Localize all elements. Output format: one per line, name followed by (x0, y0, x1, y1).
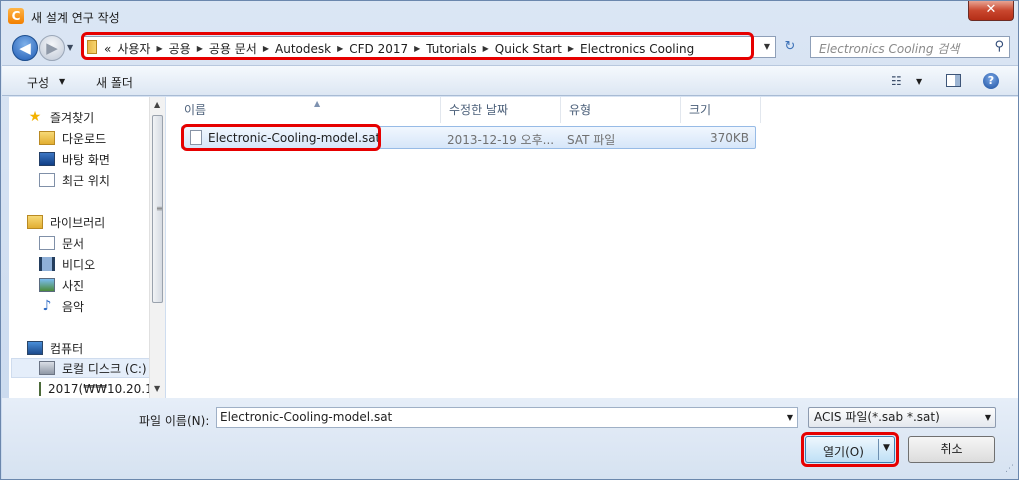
column-header-label: 이름 (184, 103, 207, 117)
view-options-icon[interactable]: ☷ (891, 74, 902, 88)
refresh-button[interactable]: ↻ (779, 37, 801, 57)
filename-value: Electronic-Cooling-model.sat (220, 410, 393, 424)
network-drive-icon (39, 382, 41, 396)
music-icon: ♪ (42, 298, 52, 314)
command-bar: 구성 ▼ 새 폴더 ☷ ▼ ? (2, 65, 1018, 96)
library-icon (27, 215, 43, 229)
forward-button[interactable]: ▶ (39, 35, 65, 61)
column-header-size[interactable]: 크기 (681, 97, 761, 123)
filetype-select[interactable]: ACIS 파일(*.sab *.sat) ▼ (808, 407, 996, 428)
computer-icon (27, 341, 43, 355)
close-button[interactable]: ✕ (968, 1, 1014, 21)
filename-label: 파일 이름(N): (139, 414, 210, 428)
file-highlight-box (181, 124, 381, 151)
nav-item-label: 다운로드 (62, 131, 107, 146)
scrollbar-thumb[interactable]: ≡ (152, 115, 163, 303)
scroll-down-icon[interactable]: ▼ (154, 384, 160, 393)
filetype-value: ACIS 파일(*.sab *.sat) (814, 410, 940, 424)
new-folder-button[interactable]: 새 폴더 (96, 74, 133, 91)
nav-item-label: 로컬 디스크 (C:) (62, 361, 147, 376)
file-type: SAT 파일 (567, 133, 616, 147)
downloads-folder-icon (39, 131, 55, 145)
nav-scrollbar[interactable]: ▲ ≡ ▼ (149, 97, 165, 398)
documents-icon (39, 236, 55, 250)
chevron-down-icon[interactable]: ▼ (787, 408, 793, 427)
nav-item-label: 문서 (62, 236, 85, 251)
organize-button[interactable]: 구성 (27, 74, 49, 91)
search-placeholder: Electronics Cooling 검색 (819, 42, 960, 56)
file-size: 370KB (710, 131, 750, 145)
search-icon[interactable]: ⚲ (994, 39, 1004, 54)
filename-input[interactable]: Electronic-Cooling-model.sat ▼ (216, 407, 798, 428)
grip-icon: ≡ (156, 204, 163, 213)
window-title: 새 설계 연구 작성 (31, 11, 120, 25)
nav-item-network-drive[interactable]: 2017(₩₩10.20.1 (39, 379, 151, 399)
column-header-label: 유형 (569, 103, 592, 117)
open-highlight-box (801, 432, 899, 467)
recent-pages-dropdown[interactable]: ▼ (67, 43, 73, 52)
nav-item-label: 비디오 (62, 257, 96, 272)
nav-item-label: 2017(₩₩10.20.1 (48, 382, 151, 396)
title-bar: C 새 설계 연구 작성 ✕ (1, 1, 1018, 31)
address-dropdown-button[interactable]: ▼ (759, 37, 775, 57)
nav-item-label: 사진 (62, 278, 85, 293)
star-icon: ★ (28, 109, 42, 125)
recent-places-icon (39, 173, 55, 187)
app-icon: C (8, 8, 24, 24)
chevron-down-icon[interactable]: ▼ (916, 77, 922, 86)
preview-pane-icon[interactable] (946, 74, 961, 87)
nav-item-label: 바탕 화면 (62, 152, 110, 167)
help-icon[interactable]: ? (983, 73, 999, 89)
file-modified: 2013-12-19 오후... (447, 133, 555, 147)
column-header-label: 수정한 날짜 (449, 103, 509, 117)
nav-item-label: 최근 위치 (62, 173, 110, 188)
nav-item-label: 즐겨찾기 (50, 110, 95, 125)
pictures-icon (39, 278, 55, 292)
column-header-modified[interactable]: 수정한 날짜 (441, 97, 561, 123)
column-header-label: 크기 (689, 103, 712, 117)
search-input[interactable]: Electronics Cooling 검색 ⚲ (810, 36, 1010, 58)
desktop-icon (39, 152, 55, 166)
back-button[interactable]: ◀ (12, 35, 38, 61)
chevron-down-icon[interactable]: ▼ (59, 77, 65, 86)
nav-item-label: 컴퓨터 (50, 341, 84, 356)
nav-item-label: 라이브러리 (50, 215, 106, 230)
open-file-dialog: C 새 설계 연구 작성 ✕ ◀ ▶ ▼ « 사용자 ▶ 공용 ▶ 공용 문서 … (0, 0, 1019, 480)
cancel-button[interactable]: 취소 (908, 436, 995, 463)
dialog-footer: 파일 이름(N): Electronic-Cooling-model.sat ▼… (2, 398, 1018, 479)
resize-grip-icon[interactable]: ⋰ (1005, 464, 1014, 474)
chevron-down-icon[interactable]: ▼ (985, 408, 991, 427)
local-disk-icon (39, 361, 55, 375)
file-list: ▲ 이름 수정한 날짜 유형 크기 Electronic-Cooling-mod… (166, 97, 1018, 398)
video-icon (39, 257, 55, 271)
scroll-up-icon[interactable]: ▲ (154, 100, 160, 109)
nav-item-label: 음악 (62, 299, 85, 314)
column-header-type[interactable]: 유형 (561, 97, 681, 123)
column-header-name[interactable]: ▲ 이름 (176, 97, 441, 123)
navigation-pane: ★ 즐겨찾기 다운로드 바탕 화면 최근 위치 라이브러리 문서 비디오 사진 … (9, 97, 164, 398)
nav-item-local-disk[interactable]: 로컬 디스크 (C:) (11, 358, 150, 378)
sort-ascending-icon: ▲ (314, 99, 321, 108)
address-highlight-box (81, 32, 754, 60)
